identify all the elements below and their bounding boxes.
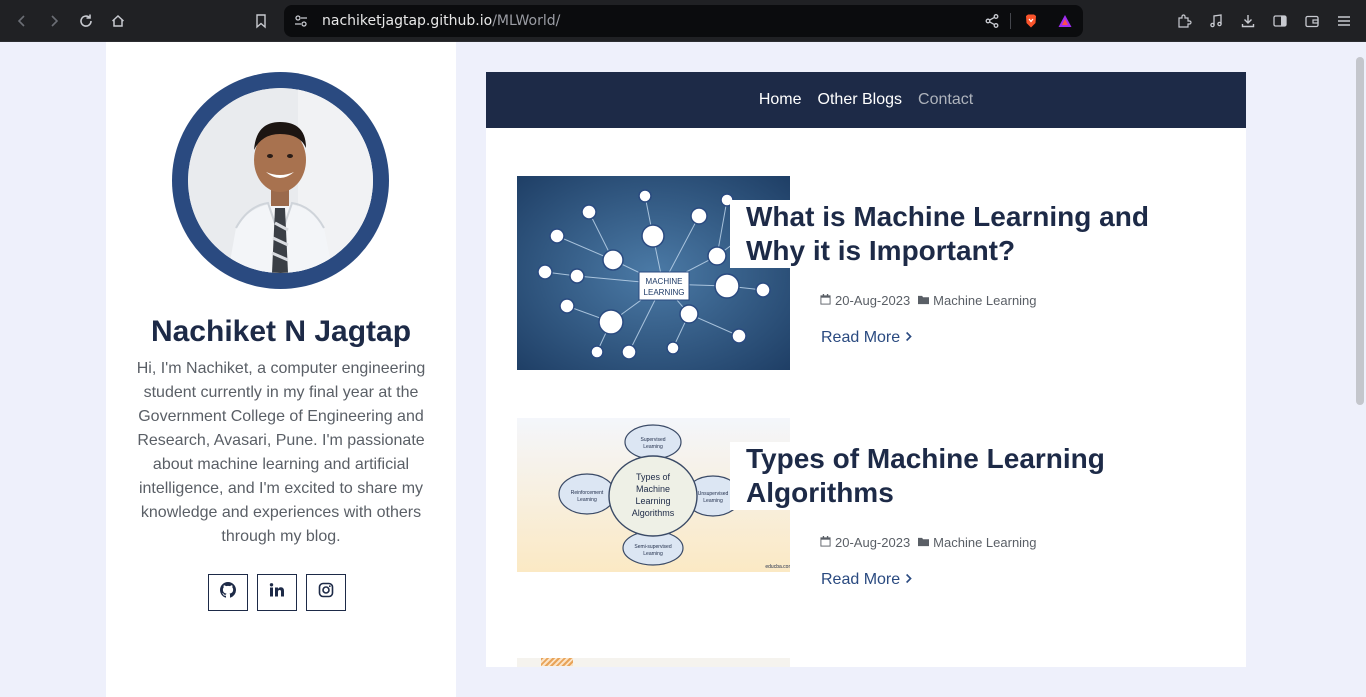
top-nav: Home Other Blogs Contact [486,72,1246,128]
download-icon[interactable] [1237,10,1259,32]
scrollbar-thumb[interactable] [1356,57,1364,405]
svg-text:Semi-supervised: Semi-supervised [634,544,671,550]
instagram-link[interactable] [306,574,346,611]
address-divider [1010,13,1011,29]
chevron-right-icon [905,571,913,589]
folder-icon [918,293,930,308]
ml-image-label: MACHINE [646,277,683,286]
svg-text:Learning: Learning [643,444,663,450]
svg-text:educba.com: educba.com [765,564,790,570]
forward-icon[interactable] [43,10,65,32]
post-card: Types of Machine Learning Algorithms Sup… [517,418,1217,628]
svg-text:Learning: Learning [635,496,670,506]
thumbnail-pattern [541,658,573,666]
post-meta: 20-Aug-2023 Machine Learning [820,293,1037,308]
url-path: /MLWorld/ [492,13,561,29]
svg-text:Machine: Machine [636,484,670,494]
svg-text:Reinforcement: Reinforcement [571,490,604,496]
post-date: 20-Aug-2023 [835,293,911,308]
address-bar[interactable]: nachiketjagtap.github.io/MLWorld/ [284,5,1083,37]
sidebar-toggle-icon[interactable] [1269,10,1291,32]
read-more-link[interactable]: Read More [821,571,913,589]
calendar-icon [820,535,831,550]
avatar [188,88,373,273]
brave-shields-icon[interactable] [1020,10,1042,32]
main-content: Home Other Blogs Contact MACHINE LEARNIN… [486,72,1246,667]
brave-rewards-icon[interactable] [1054,10,1076,32]
svg-text:LEARNING: LEARNING [644,288,685,297]
social-links [208,574,346,611]
extensions-icon[interactable] [1173,10,1195,32]
post-title-box: Types of Machine Learning Algorithms [730,442,1170,510]
url-host: nachiketjagtap.github.io [322,13,493,29]
post-title[interactable]: What is Machine Learning and Why it is I… [746,200,1154,268]
post-card: MACHINE LEARNING What is Machine Learnin… [517,176,1217,386]
browser-toolbar: nachiketjagtap.github.io/MLWorld/ [0,0,1366,42]
github-link[interactable] [208,574,248,611]
post-thumbnail-partial[interactable] [517,658,790,667]
author-name: Nachiket N Jagtap [150,315,412,348]
nav-home[interactable]: Home [759,91,802,109]
author-bio: Hi, I'm Nachiket, a computer engineering… [136,360,426,545]
wallet-icon[interactable] [1301,10,1323,32]
share-icon[interactable] [981,10,1003,32]
post-category[interactable]: Machine Learning [933,293,1036,308]
post-title[interactable]: Types of Machine Learning Algorithms [746,442,1154,510]
post-date: 20-Aug-2023 [835,535,911,550]
nav-contact[interactable]: Contact [918,91,973,109]
url-text: nachiketjagtap.github.io/MLWorld/ [322,13,560,29]
read-more-link[interactable]: Read More [821,329,913,347]
calendar-icon [820,293,831,308]
bookmark-icon[interactable] [250,10,272,32]
github-icon [220,582,236,603]
home-icon[interactable] [107,10,129,32]
folder-icon [918,535,930,550]
svg-text:Supervised: Supervised [640,437,665,443]
avatar-ring [172,72,389,289]
svg-text:Unsupervised: Unsupervised [698,491,729,497]
chevron-right-icon [905,329,913,347]
media-icon[interactable] [1205,10,1227,32]
site-settings-icon[interactable] [290,10,312,32]
linkedin-link[interactable] [257,574,297,611]
author-sidebar: Nachiket N Jagtap Hi, I'm Nachiket, a co… [106,42,456,697]
svg-text:Learning: Learning [643,551,663,557]
post-category[interactable]: Machine Learning [933,535,1036,550]
instagram-icon [318,582,334,603]
page-scrollbar[interactable] [1353,42,1366,697]
linkedin-icon [269,582,285,603]
svg-text:Learning: Learning [577,497,597,503]
back-icon[interactable] [11,10,33,32]
types-image-center: Types of [636,472,671,482]
reload-icon[interactable] [75,10,97,32]
post-meta: 20-Aug-2023 Machine Learning [820,535,1037,550]
read-more-label: Read More [821,329,901,346]
read-more-label: Read More [821,571,901,588]
svg-text:Algorithms: Algorithms [632,508,675,518]
post-title-box: What is Machine Learning and Why it is I… [730,200,1170,268]
menu-icon[interactable] [1333,10,1355,32]
nav-other-blogs[interactable]: Other Blogs [818,91,902,109]
svg-text:Learning: Learning [703,498,723,504]
